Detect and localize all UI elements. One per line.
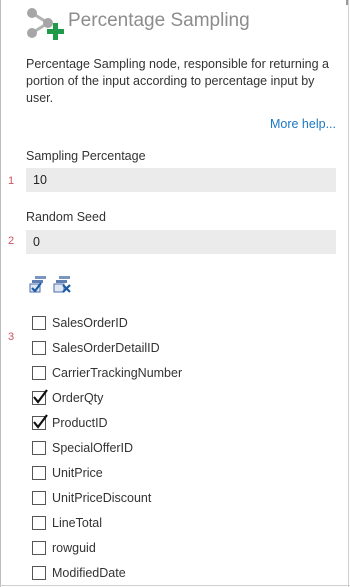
column-label: UnitPrice bbox=[52, 465, 103, 480]
panel-bottom-border bbox=[0, 585, 350, 586]
column-checklist: SalesOrderID SalesOrderDetailID CarrierT… bbox=[32, 310, 182, 585]
panel-title: Percentage Sampling bbox=[68, 10, 250, 31]
random-seed-input[interactable] bbox=[26, 230, 336, 254]
sampling-node-add-icon bbox=[27, 8, 64, 40]
checkbox[interactable] bbox=[32, 465, 46, 480]
column-label: SalesOrderDetailID bbox=[52, 340, 160, 355]
column-label: ModifiedDate bbox=[52, 565, 126, 580]
column-item-orderqty[interactable]: OrderQty bbox=[32, 385, 182, 410]
checkbox[interactable] bbox=[32, 565, 46, 580]
clear-selection-icon[interactable] bbox=[53, 275, 73, 293]
column-item-salesorderid[interactable]: SalesOrderID bbox=[32, 310, 182, 335]
column-label: UnitPriceDiscount bbox=[52, 490, 152, 505]
checkmark-icon bbox=[33, 388, 48, 404]
column-item-unitprice[interactable]: UnitPrice bbox=[32, 460, 182, 485]
column-item-modifieddate[interactable]: ModifiedDate bbox=[32, 560, 182, 585]
panel-right-border bbox=[348, 0, 349, 587]
column-label: LineTotal bbox=[52, 515, 103, 530]
row-number-2: 2 bbox=[8, 235, 15, 247]
checkbox[interactable] bbox=[32, 365, 46, 380]
column-label: ProductID bbox=[52, 415, 108, 430]
column-item-unitpricediscount[interactable]: UnitPriceDiscount bbox=[32, 485, 182, 510]
column-label: CarrierTrackingNumber bbox=[52, 365, 183, 380]
random-seed-label: Random Seed bbox=[26, 210, 106, 224]
checkbox[interactable] bbox=[32, 388, 48, 405]
checkbox[interactable] bbox=[32, 315, 46, 330]
row-number-3: 3 bbox=[8, 331, 15, 343]
panel-description: Percentage Sampling node, responsible fo… bbox=[26, 57, 329, 105]
checkbox[interactable] bbox=[32, 413, 48, 430]
column-item-linetotal[interactable]: LineTotal bbox=[32, 510, 182, 535]
column-label: rowguid bbox=[52, 540, 96, 555]
column-item-specialofferid[interactable]: SpecialOfferID bbox=[32, 435, 182, 460]
panel-corner-mark bbox=[346, 0, 348, 5]
column-item-salesorderdetailid[interactable]: SalesOrderDetailID bbox=[32, 335, 182, 360]
column-item-rowguid[interactable]: rowguid bbox=[32, 535, 182, 560]
column-item-productid[interactable]: ProductID bbox=[32, 410, 182, 435]
row-number-1: 1 bbox=[8, 175, 15, 187]
sampling-percentage-label: Sampling Percentage bbox=[26, 149, 146, 163]
panel-left-border bbox=[0, 0, 1, 587]
checkbox[interactable] bbox=[32, 540, 46, 555]
checkbox[interactable] bbox=[32, 490, 46, 505]
column-label: SpecialOfferID bbox=[52, 440, 134, 455]
select-all-icon[interactable] bbox=[29, 275, 49, 293]
column-item-carriertrackingnumber[interactable]: CarrierTrackingNumber bbox=[32, 360, 182, 385]
checkbox[interactable] bbox=[32, 440, 46, 455]
checkbox[interactable] bbox=[32, 515, 46, 530]
column-label: OrderQty bbox=[52, 390, 104, 405]
sampling-percentage-input[interactable] bbox=[26, 168, 336, 192]
checkmark-icon bbox=[33, 413, 48, 429]
more-help-link[interactable]: More help... bbox=[270, 117, 336, 131]
column-label: SalesOrderID bbox=[52, 315, 128, 330]
checkbox[interactable] bbox=[32, 340, 46, 355]
